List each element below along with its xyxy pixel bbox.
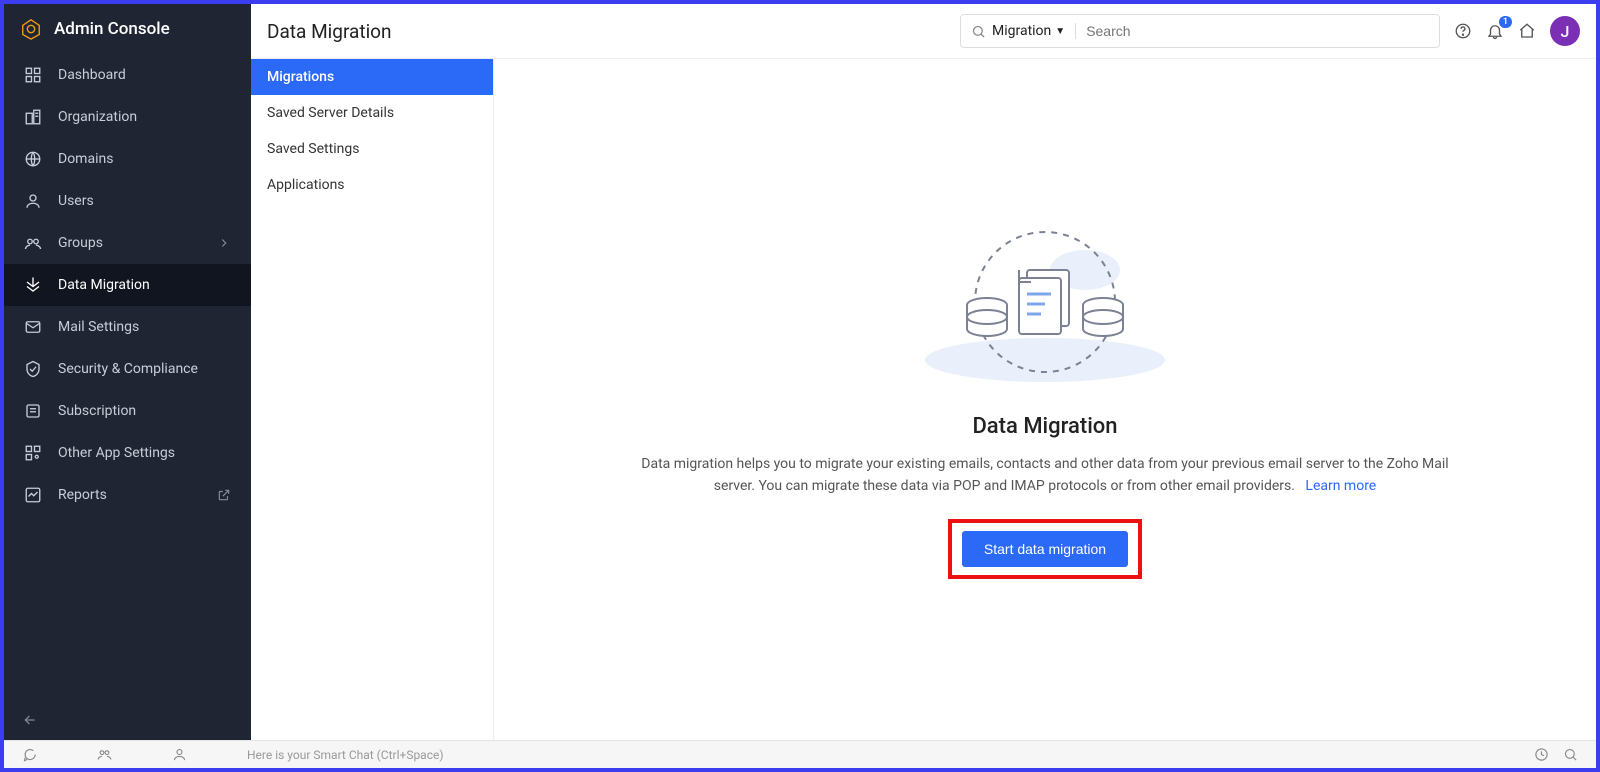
sidebar-item-security[interactable]: Security & Compliance bbox=[4, 348, 251, 390]
sidebar: Admin Console Dashboard Organization Dom… bbox=[4, 4, 251, 740]
notification-badge: 1 bbox=[1499, 16, 1512, 28]
brand: Admin Console bbox=[4, 4, 251, 54]
sidebar-item-subscription[interactable]: Subscription bbox=[4, 390, 251, 432]
chat-icon[interactable] bbox=[22, 747, 37, 762]
top-icons: 1 J bbox=[1454, 16, 1580, 46]
reports-icon bbox=[24, 486, 42, 504]
sidebar-item-dashboard[interactable]: Dashboard bbox=[4, 54, 251, 96]
sidebar-item-label: Groups bbox=[58, 235, 103, 251]
sidebar-item-users[interactable]: Users bbox=[4, 180, 251, 222]
external-link-icon bbox=[217, 488, 231, 502]
migration-illustration bbox=[915, 220, 1175, 390]
apps-icon bbox=[24, 444, 42, 462]
nav: Dashboard Organization Domains Users Gro… bbox=[4, 54, 251, 700]
search-icon bbox=[971, 24, 986, 39]
sidebar-item-label: Mail Settings bbox=[58, 319, 139, 335]
avatar[interactable]: J bbox=[1550, 16, 1580, 46]
sidebar-item-label: Dashboard bbox=[58, 67, 126, 83]
search-scope-dropdown[interactable]: Migration ▼ bbox=[992, 23, 1076, 39]
searchbox[interactable]: Migration ▼ bbox=[960, 14, 1440, 48]
contacts-icon[interactable] bbox=[97, 747, 112, 762]
groups-icon bbox=[24, 234, 42, 252]
subnav-item-label: Applications bbox=[267, 177, 345, 193]
topbar: Data Migration Migration ▼ 1 bbox=[251, 4, 1596, 59]
collapse-sidebar-icon[interactable] bbox=[22, 712, 233, 728]
subnav-item-label: Saved Server Details bbox=[267, 105, 394, 121]
notifications-icon[interactable]: 1 bbox=[1486, 22, 1504, 40]
sidebar-item-organization[interactable]: Organization bbox=[4, 96, 251, 138]
page-title: Data Migration bbox=[267, 20, 392, 43]
search-bottom-icon[interactable] bbox=[1563, 747, 1578, 762]
brand-logo-icon bbox=[20, 18, 42, 40]
subnav-item-label: Migrations bbox=[267, 69, 334, 85]
help-icon[interactable] bbox=[1454, 22, 1472, 40]
subscription-icon bbox=[24, 402, 42, 420]
subnav-item-saved-server-details[interactable]: Saved Server Details bbox=[251, 95, 493, 131]
sidebar-item-label: Reports bbox=[58, 487, 107, 503]
sidebar-item-label: Subscription bbox=[58, 403, 136, 419]
migration-icon bbox=[24, 276, 42, 294]
main-body: Data Migration Data migration helps you … bbox=[494, 59, 1596, 740]
sidebar-item-label: Domains bbox=[58, 151, 113, 167]
body-description: Data migration helps you to migrate your… bbox=[635, 453, 1455, 498]
sidebar-item-mail-settings[interactable]: Mail Settings bbox=[4, 306, 251, 348]
sidebar-item-label: Organization bbox=[58, 109, 137, 125]
globe-icon bbox=[24, 150, 42, 168]
sidebar-item-reports[interactable]: Reports bbox=[4, 474, 251, 516]
shield-icon bbox=[24, 360, 42, 378]
body-title: Data Migration bbox=[972, 414, 1117, 439]
start-data-migration-button[interactable]: Start data migration bbox=[962, 531, 1128, 567]
smartchat-hint[interactable]: Here is your Smart Chat (Ctrl+Space) bbox=[247, 748, 1520, 762]
organization-icon bbox=[24, 108, 42, 126]
sidebar-item-label: Users bbox=[58, 193, 94, 209]
sidebar-item-other-apps[interactable]: Other App Settings bbox=[4, 432, 251, 474]
sidebar-item-label: Data Migration bbox=[58, 277, 150, 293]
chevron-right-icon bbox=[217, 236, 231, 250]
dashboard-icon bbox=[24, 66, 42, 84]
subnav-item-migrations[interactable]: Migrations bbox=[251, 59, 493, 95]
sidebar-item-groups[interactable]: Groups bbox=[4, 222, 251, 264]
home-icon[interactable] bbox=[1518, 22, 1536, 40]
recent-icon[interactable] bbox=[1534, 747, 1549, 762]
caret-down-icon: ▼ bbox=[1055, 26, 1065, 37]
user-icon bbox=[24, 192, 42, 210]
content: Data Migration Migration ▼ 1 bbox=[251, 4, 1596, 740]
brand-title: Admin Console bbox=[54, 19, 170, 39]
subnav: Migrations Saved Server Details Saved Se… bbox=[251, 59, 494, 740]
sidebar-item-data-migration[interactable]: Data Migration bbox=[4, 264, 251, 306]
sidebar-item-label: Security & Compliance bbox=[58, 361, 198, 377]
subnav-item-applications[interactable]: Applications bbox=[251, 167, 493, 203]
mail-icon bbox=[24, 318, 42, 336]
search-scope-label: Migration bbox=[992, 23, 1051, 39]
subnav-item-label: Saved Settings bbox=[267, 141, 359, 157]
subnav-item-saved-settings[interactable]: Saved Settings bbox=[251, 131, 493, 167]
search-input[interactable] bbox=[1086, 23, 1429, 39]
sidebar-footer bbox=[4, 700, 251, 740]
sidebar-item-label: Other App Settings bbox=[58, 445, 175, 461]
cta-highlight: Start data migration bbox=[948, 519, 1142, 579]
sidebar-item-domains[interactable]: Domains bbox=[4, 138, 251, 180]
profile-icon[interactable] bbox=[172, 747, 187, 762]
learn-more-link[interactable]: Learn more bbox=[1305, 478, 1376, 494]
bottombar: Here is your Smart Chat (Ctrl+Space) bbox=[4, 740, 1596, 768]
